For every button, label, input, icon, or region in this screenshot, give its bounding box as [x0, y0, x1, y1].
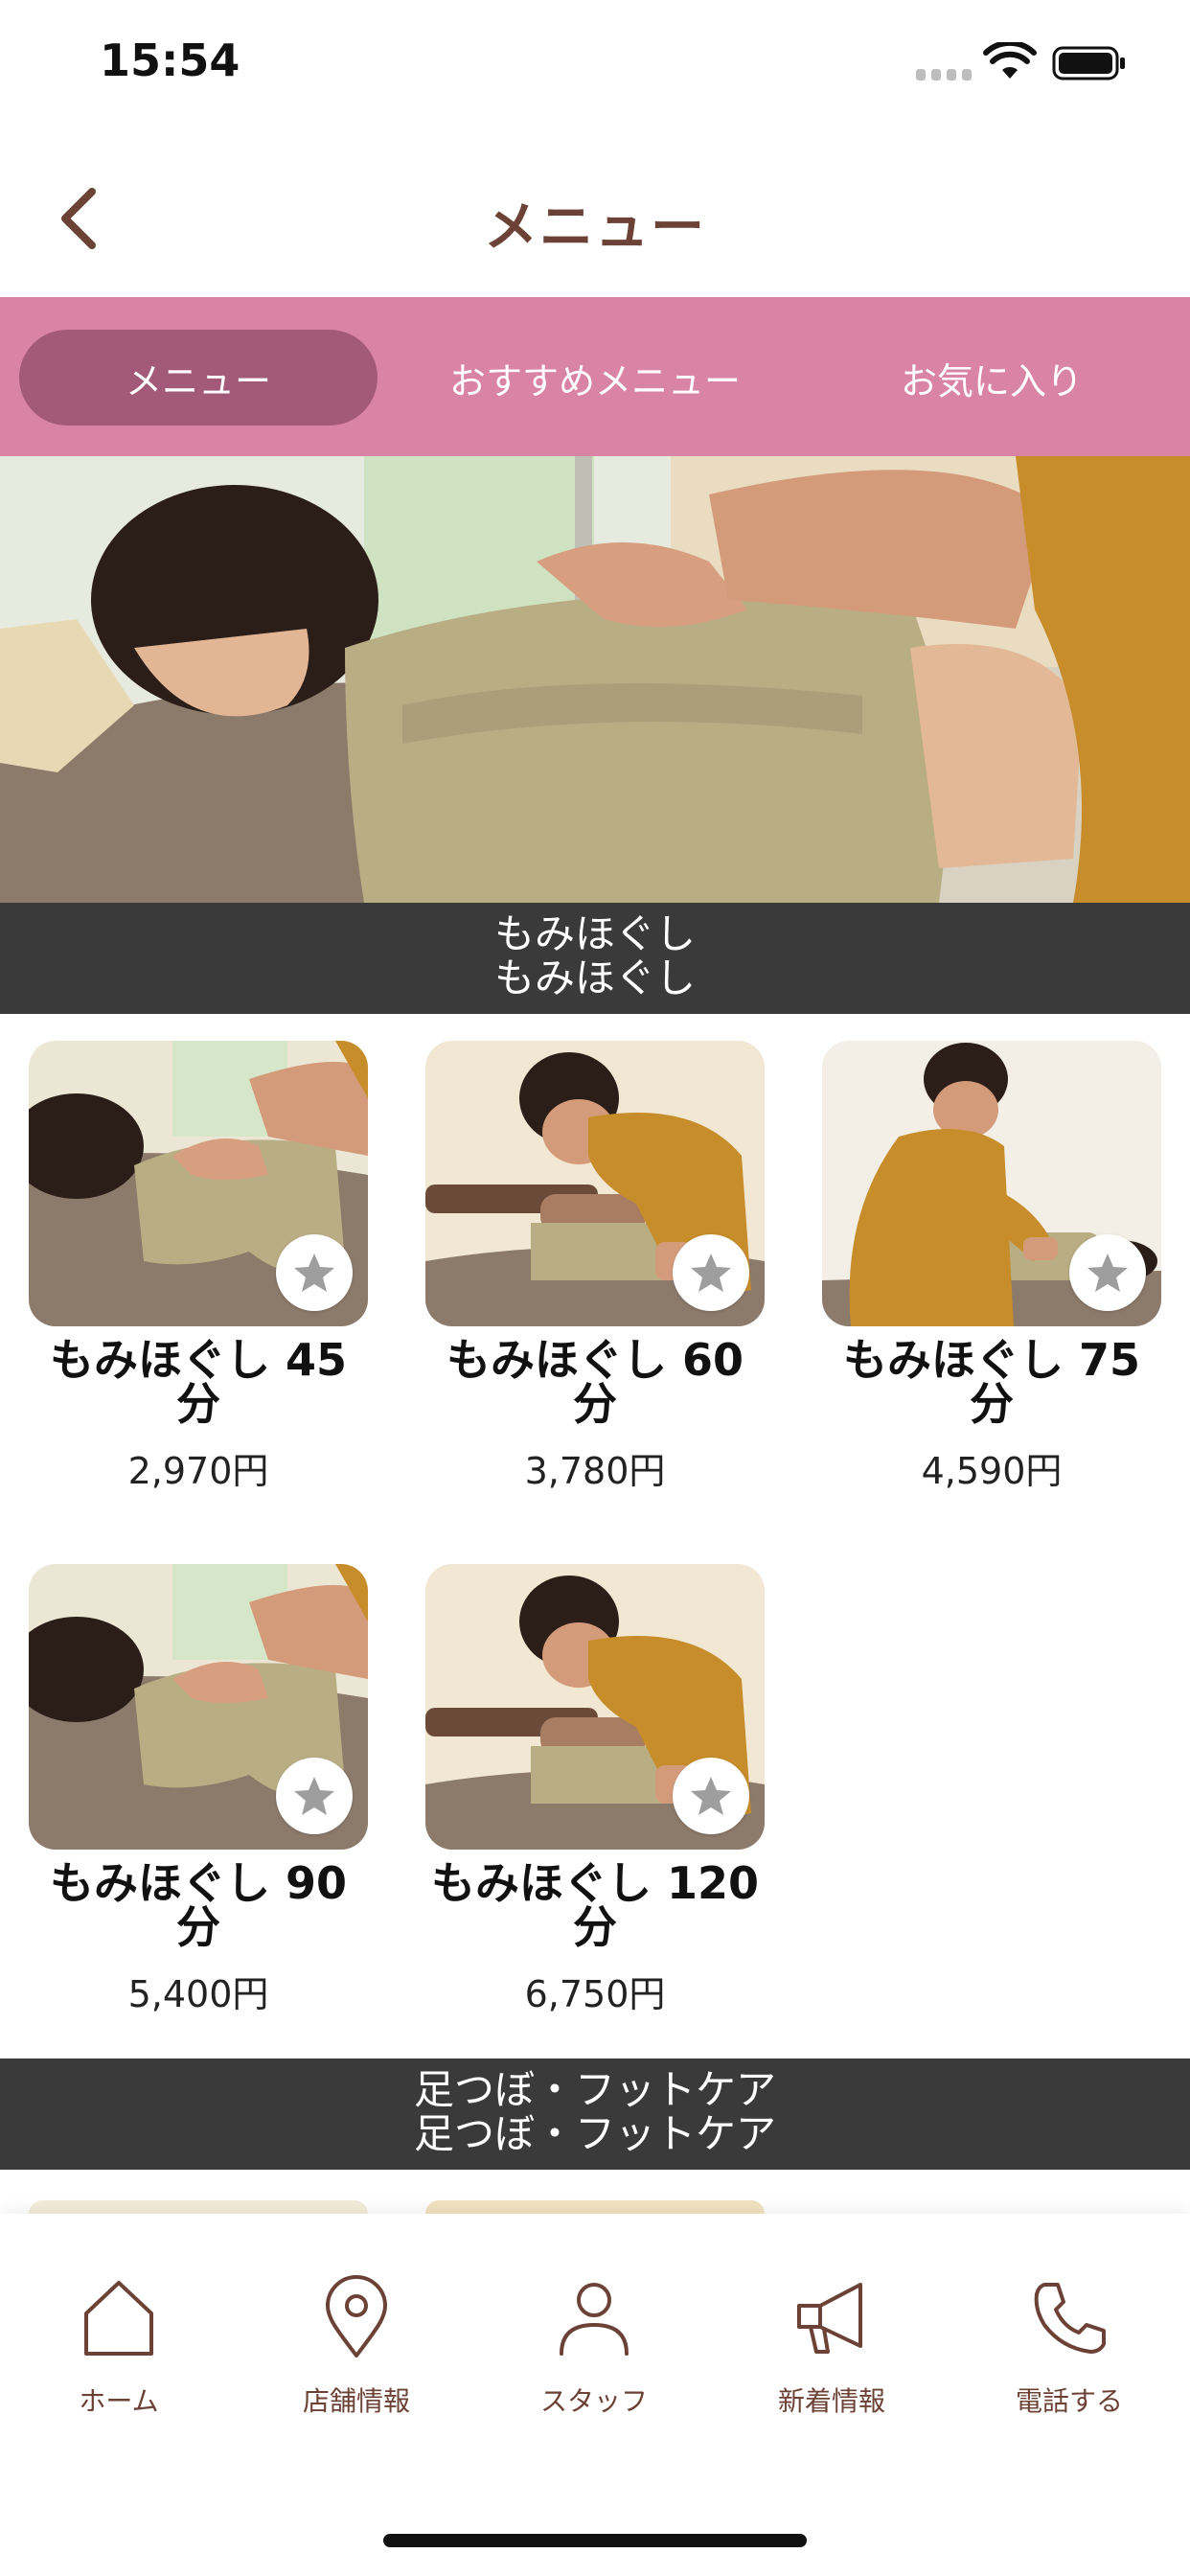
footer-tab-call[interactable]: 電話する [973, 2271, 1165, 2419]
section-subtitle: もみほぐし [493, 954, 696, 1001]
page-title: メニュー [484, 196, 706, 259]
footer-tab-label: ホーム [79, 2385, 159, 2417]
favorite-star-icon[interactable] [673, 1758, 749, 1834]
section-title: もみほぐし [493, 910, 696, 957]
menu-card-price: 6,750円 [524, 1973, 666, 2015]
favorite-star-icon[interactable] [673, 1234, 749, 1311]
footer-tab-home[interactable]: ホーム [23, 2271, 215, 2419]
footer-tab-news[interactable]: 新着情報 [736, 2271, 927, 2419]
tab-menu[interactable]: メニュー [19, 330, 378, 426]
menu-card[interactable]: もみほぐし 60 分 3,780円 [425, 1041, 765, 1494]
tab-favorites[interactable]: お気に入り [812, 330, 1171, 426]
phone-icon [1034, 2283, 1106, 2354]
menu-card[interactable]: もみほぐし 75 分 4,590円 [822, 1041, 1161, 1494]
section-subtitle: 足つぼ・フットケア [413, 2110, 776, 2157]
footer-tab-store-info[interactable]: 店舗情報 [261, 2271, 452, 2419]
megaphone-icon [797, 2283, 862, 2354]
menu-card-photo [425, 1041, 765, 1326]
menu-card-name: もみほぐし 60 分 [446, 1334, 744, 1430]
status-bar: 15:54 [0, 0, 1190, 125]
section-header-momihogushi: もみほぐし もみほぐし [0, 903, 1190, 1014]
menu-card-photo-partial [425, 2200, 765, 2214]
wifi-icon [983, 42, 1037, 79]
menu-card-price: 5,400円 [127, 1973, 269, 2015]
footer-tab-label: スタッフ [539, 2385, 648, 2417]
menu-card-name: もみほぐし 120 分 [430, 1857, 760, 1953]
menu-card-photo-partial [29, 2200, 368, 2214]
menu-card-name: もみほぐし 75 分 [842, 1334, 1141, 1430]
favorite-star-icon[interactable] [276, 1758, 353, 1834]
section-header-foot-care: 足つぼ・フットケア 足つぼ・フットケア [0, 2058, 1190, 2170]
footer-tab-label: 新着情報 [777, 2385, 885, 2417]
footer-tab-staff[interactable]: スタッフ [498, 2271, 690, 2419]
navigation-bar: メニュー [0, 125, 1190, 297]
menu-card-photo [29, 1041, 368, 1326]
menu-card[interactable]: もみほぐし 120 分 6,750円 [425, 1564, 765, 2017]
menu-card-photo [29, 1564, 368, 1850]
menu-card-price: 3,780円 [524, 1450, 666, 1492]
location-pin-icon [326, 2275, 387, 2358]
favorite-star-icon[interactable] [1069, 1234, 1146, 1311]
segment-tab-bar: メニュー おすすめメニュー お気に入り [0, 297, 1190, 456]
section-title: 足つぼ・フットケア [413, 2066, 776, 2113]
hero-massage-photo [0, 456, 1190, 903]
home-icon [84, 2281, 153, 2356]
status-time: 15:54 [100, 34, 240, 86]
menu-card-name: もみほぐし 45 分 [49, 1334, 348, 1430]
favorite-star-icon[interactable] [276, 1234, 353, 1311]
battery-icon [1052, 46, 1125, 80]
menu-card-photo [425, 1564, 765, 1850]
home-indicator[interactable] [383, 2534, 807, 2547]
person-icon [560, 2283, 629, 2356]
menu-card-price: 4,590円 [921, 1450, 1063, 1492]
signal-icon [916, 69, 972, 80]
menu-card-price: 2,970円 [127, 1450, 269, 1492]
footer-tab-label: 店舗情報 [302, 2385, 410, 2417]
bottom-tab-bar: ホーム 店舗情報 スタッフ 新着情報 電話する [0, 2214, 1190, 2576]
menu-card[interactable]: もみほぐし 90 分 5,400円 [29, 1564, 368, 2017]
menu-card-name: もみほぐし 90 分 [49, 1857, 348, 1953]
menu-card[interactable]: もみほぐし 45 分 2,970円 [29, 1041, 368, 1494]
tab-recommended-menu[interactable]: おすすめメニュー [416, 330, 774, 426]
footer-tab-label: 電話する [1015, 2385, 1123, 2417]
menu-card-photo [822, 1041, 1161, 1326]
